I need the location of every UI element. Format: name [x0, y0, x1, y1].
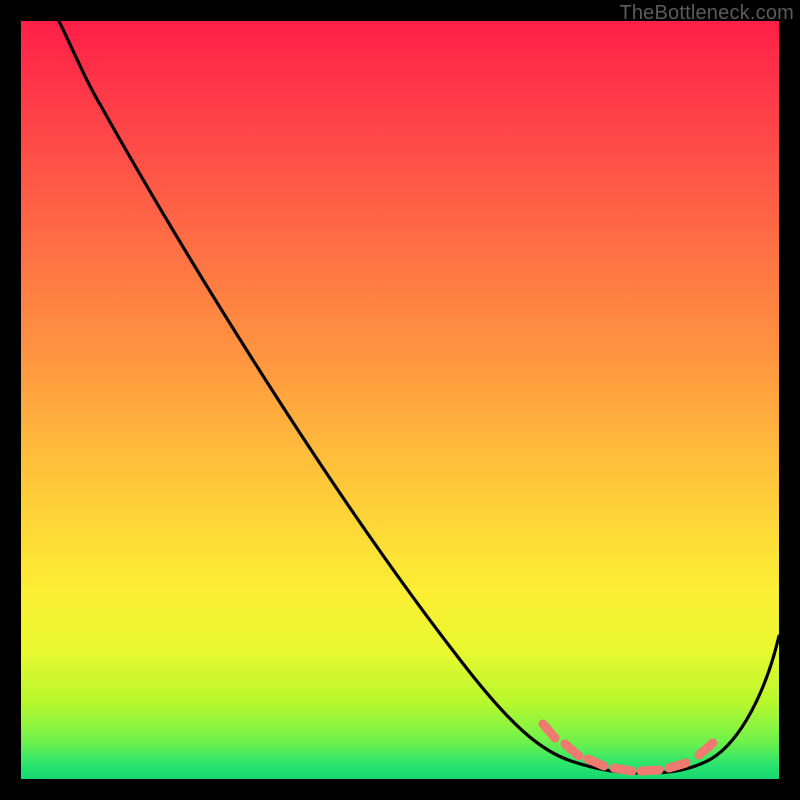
- bottleneck-curve: [59, 21, 779, 773]
- watermark-text: TheBottleneck.com: [619, 2, 794, 25]
- plot-area: [21, 21, 779, 779]
- outer-frame: TheBottleneck.com: [0, 0, 800, 800]
- curve-layer: [21, 21, 779, 779]
- highlight-markers: [543, 724, 713, 771]
